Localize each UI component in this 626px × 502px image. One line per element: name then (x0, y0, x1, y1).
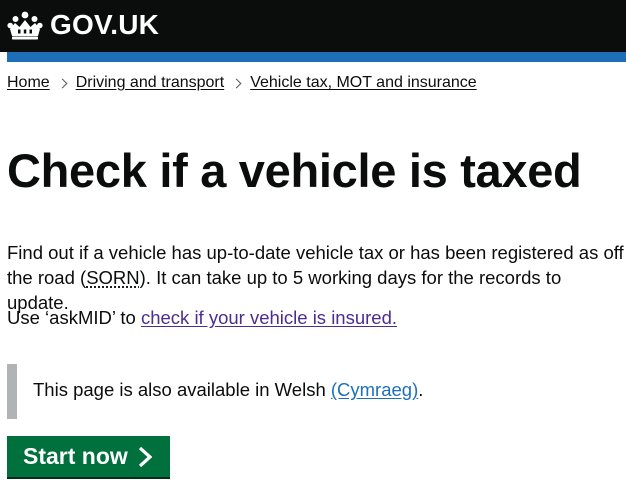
insurance-paragraph: Use ‘askMID’ to check if your vehicle is… (7, 305, 397, 330)
check-insurance-link[interactable]: check if your vehicle is insured. (141, 307, 397, 328)
site-header: GOV.UK (0, 0, 626, 52)
breadcrumb-vehicle-tax-link[interactable]: Vehicle tax, MOT and insurance (250, 74, 477, 92)
welsh-notice-start: This page is also available in Welsh (33, 379, 331, 400)
breadcrumb-driving-link[interactable]: Driving and transport (76, 74, 225, 92)
chevron-right-icon (231, 78, 242, 88)
sorn-abbreviation[interactable]: SORN (86, 267, 139, 288)
breadcrumb-home-link[interactable]: Home (7, 74, 50, 92)
govuk-logo-link[interactable]: GOV.UK (7, 7, 159, 43)
crown-icon (7, 11, 43, 40)
welsh-notice-inset: This page is also available in Welsh (Cy… (7, 364, 626, 419)
welsh-notice-end: . (418, 379, 424, 400)
header-accent-bar (7, 52, 626, 62)
breadcrumb: Home Driving and transport Vehicle tax, … (7, 72, 477, 94)
cymraeg-link[interactable]: (Cymraeg) (331, 379, 418, 400)
start-now-label: Start now (23, 443, 128, 469)
govuk-logo-text: GOV.UK (50, 9, 160, 40)
lede-paragraph: Find out if a vehicle has up-to-date veh… (7, 240, 626, 315)
insurance-text: Use ‘askMID’ to (7, 307, 141, 328)
welsh-notice-text: This page is also available in Welsh (Cy… (33, 377, 423, 402)
start-now-button[interactable]: Start now (7, 436, 170, 477)
chevron-right-icon (57, 78, 68, 88)
page-title: Check if a vehicle is taxed (7, 144, 582, 197)
arrow-right-icon (138, 446, 152, 467)
